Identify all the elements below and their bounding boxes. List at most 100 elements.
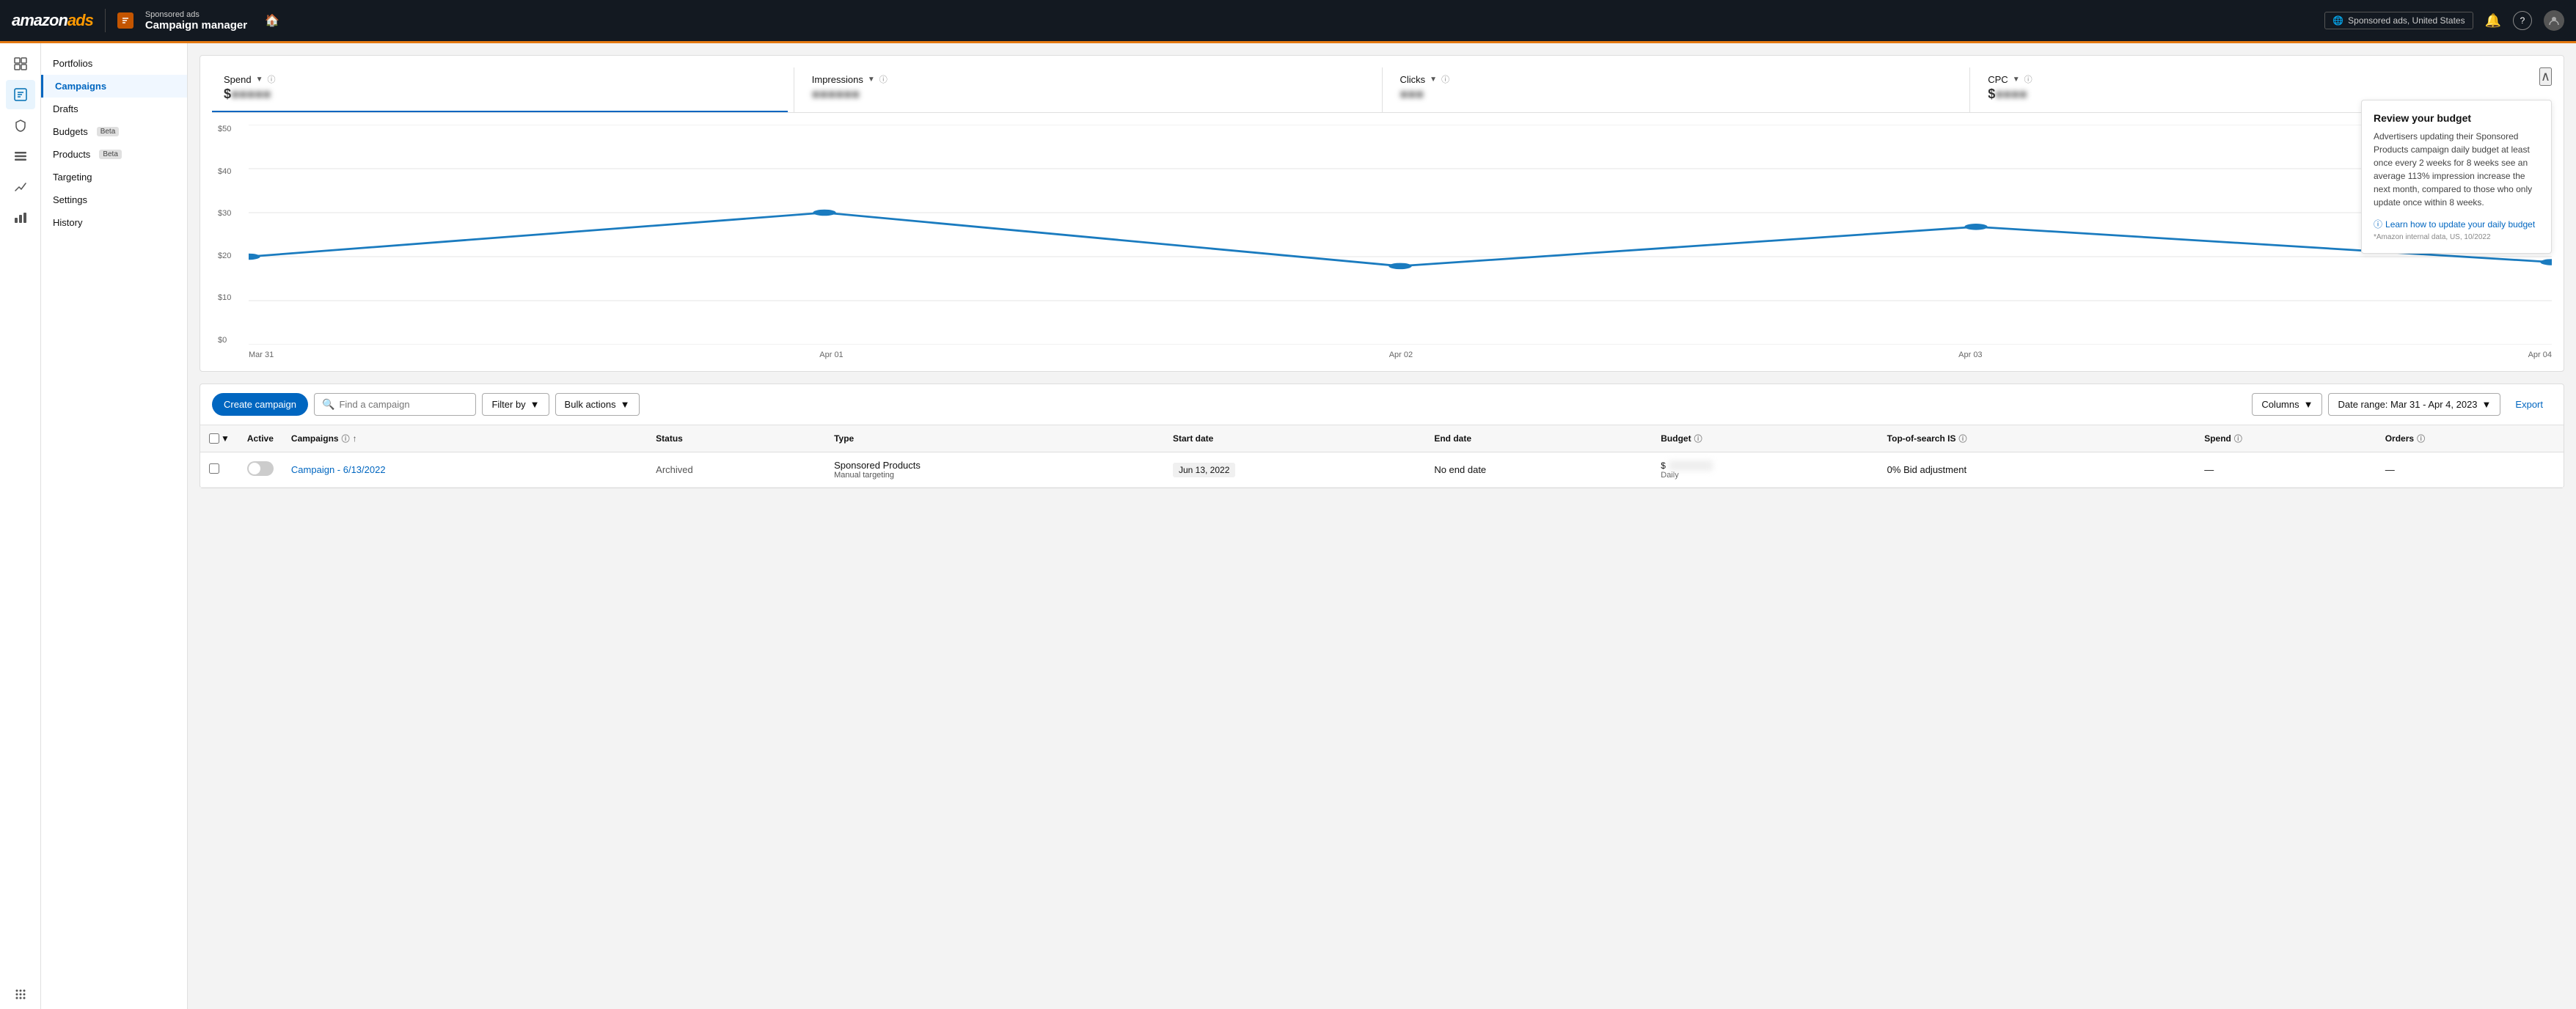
chart-svg [249,125,2552,345]
sidebar-icon-shield[interactable] [6,111,35,140]
campaigns-label: Campaigns [55,81,106,92]
row-end-date: No end date [1425,452,1652,488]
search-input[interactable] [339,399,468,410]
targeting-label: Targeting [53,172,92,183]
row-type: Sponsored Products Manual targeting [825,452,1164,488]
region-text: Sponsored ads, United States [2348,15,2465,26]
select-all-checkbox[interactable] [209,433,219,444]
sidebar-item-budgets[interactable]: Budgets Beta [41,120,187,143]
region-selector[interactable]: 🌐 Sponsored ads, United States [2324,12,2473,29]
impressions-info-icon[interactable]: ⓘ [879,73,888,85]
campaign-sub-title: Sponsored ads [145,10,247,19]
metric-tab-spend[interactable]: Spend ▼ ⓘ $●●●●● [212,67,788,112]
campaign-type-icon [117,12,133,29]
sidebar-item-settings[interactable]: Settings [41,188,187,211]
user-avatar[interactable] [2544,10,2564,31]
x-label-mar31: Mar 31 [249,351,274,359]
budget-review-link[interactable]: ⓘ Learn how to update your daily budget [2374,218,2539,230]
cpc-chevron-icon: ▼ [2013,76,2020,84]
filter-by-label: Filter by [491,399,525,410]
cpc-label: CPC [1988,74,2008,85]
filter-by-button[interactable]: Filter by ▼ [482,393,549,416]
sidebar-item-campaigns[interactable]: Campaigns [41,75,187,98]
drafts-label: Drafts [53,103,78,114]
orange-accent-bar [0,41,2576,43]
x-label-apr02: Apr 02 [1389,351,1413,359]
th-active: Active [238,425,282,452]
sidebar-icon-list[interactable] [6,142,35,171]
chart-x-labels: Mar 31 Apr 01 Apr 02 Apr 03 Apr 04 [249,351,2552,359]
y-label-50: $50 [218,125,243,133]
table-toolbar: Create campaign 🔍 Filter by ▼ Bulk actio… [200,384,2564,425]
top-nav-right: 🌐 Sponsored ads, United States 🔔 ? [2324,10,2564,31]
clicks-value: ●●● [1400,87,1953,102]
x-label-apr01: Apr 01 [819,351,843,359]
bulk-actions-button[interactable]: Bulk actions ▼ [555,393,640,416]
start-date-value: Jun 13, 2022 [1173,463,1235,477]
orders-value-cell: — [2385,464,2395,475]
campaign-toggle[interactable] [247,461,274,476]
home-icon[interactable]: 🏠 [265,13,279,28]
row-budget: $ Daily [1652,452,1878,488]
chart-y-axis: $50 $40 $30 $20 $10 $0 [212,125,249,345]
sidebar-icon-grid[interactable] [6,49,35,78]
metric-tab-impressions[interactable]: Impressions ▼ ⓘ ●●●●●● [800,67,1376,112]
impressions-label: Impressions [812,74,863,85]
top-search-info-icon[interactable]: ⓘ [1958,433,1966,444]
row-spend: — [2195,452,2376,488]
orders-info-icon[interactable]: ⓘ [2417,433,2425,444]
sidebar-icon-bar-chart[interactable] [6,203,35,232]
row-orders: — [2376,452,2564,488]
cpc-info-icon[interactable]: ⓘ [2024,73,2032,85]
columns-button[interactable]: Columns ▼ [2252,393,2322,416]
sidebar-icon-campaigns[interactable] [6,80,35,109]
sidebar-item-products[interactable]: Products Beta [41,143,187,166]
create-campaign-button[interactable]: Create campaign [212,393,308,416]
globe-icon: 🌐 [2332,15,2343,26]
date-range-button[interactable]: Date range: Mar 31 - Apr 4, 2023 ▼ [2328,393,2500,416]
notifications-button[interactable]: 🔔 [2485,13,2501,29]
bulk-actions-label: Bulk actions [565,399,616,410]
sidebar-item-targeting[interactable]: Targeting [41,166,187,188]
metric-tab-clicks[interactable]: Clicks ▼ ⓘ ●●● [1388,67,1964,112]
budget-info-icon[interactable]: ⓘ [1694,433,1702,444]
search-icon: 🔍 [322,398,334,411]
products-label: Products [53,149,90,160]
row-checkbox-cell [200,452,238,488]
sidebar-item-history[interactable]: History [41,211,187,234]
spend-chevron-icon: ▼ [256,76,263,84]
campaigns-sort-icon[interactable]: ↑ [353,433,357,444]
select-all-chevron-icon[interactable]: ▼ [221,433,230,444]
chart-container: $50 $40 $30 $20 $10 $0 [212,125,2552,359]
row-status: Archived [647,452,825,488]
clicks-info-icon[interactable]: ⓘ [1441,73,1449,85]
row-top-search: 0% Bid adjustment [1878,452,2196,488]
spend-label: Spend [224,74,252,85]
spend-info-icon[interactable]: ⓘ [268,73,276,85]
table-header-row: ▼ Active Campaigns ⓘ ↑ [200,425,2564,452]
spend-col-info-icon[interactable]: ⓘ [2234,433,2242,444]
sidebar-item-drafts[interactable]: Drafts [41,98,187,120]
th-budget: Budget ⓘ [1652,425,1878,452]
help-button[interactable]: ? [2513,11,2532,30]
active-column-label: Active [247,433,274,444]
row-start-date: Jun 13, 2022 [1164,452,1425,488]
campaigns-info-icon[interactable]: ⓘ [342,433,350,444]
impressions-value: ●●●●●● [812,87,1364,102]
campaign-name-link[interactable]: Campaign - 6/13/2022 [291,464,386,475]
sidebar-icon-apps[interactable] [6,980,35,1009]
start-date-column-label: Start date [1173,433,1213,444]
collapse-chart-button[interactable]: ∧ [2539,67,2552,86]
logo-area: amazonads [12,11,93,30]
row-checkbox[interactable] [209,463,219,474]
export-button[interactable]: Export [2506,394,2552,415]
sidebar-icon-trending[interactable] [6,172,35,202]
sidebar-item-portfolios[interactable]: Portfolios [41,52,187,75]
top-search-value: 0% Bid adjustment [1887,464,1966,475]
orders-column-label: Orders [2385,433,2414,444]
campaign-manager-title: Campaign manager [145,19,247,32]
x-label-apr04: Apr 04 [2528,351,2552,359]
y-label-20: $20 [218,252,243,260]
top-search-column-label: Top-of-search IS [1887,433,1956,444]
budget-dollar-sign: $ [1661,461,1666,471]
